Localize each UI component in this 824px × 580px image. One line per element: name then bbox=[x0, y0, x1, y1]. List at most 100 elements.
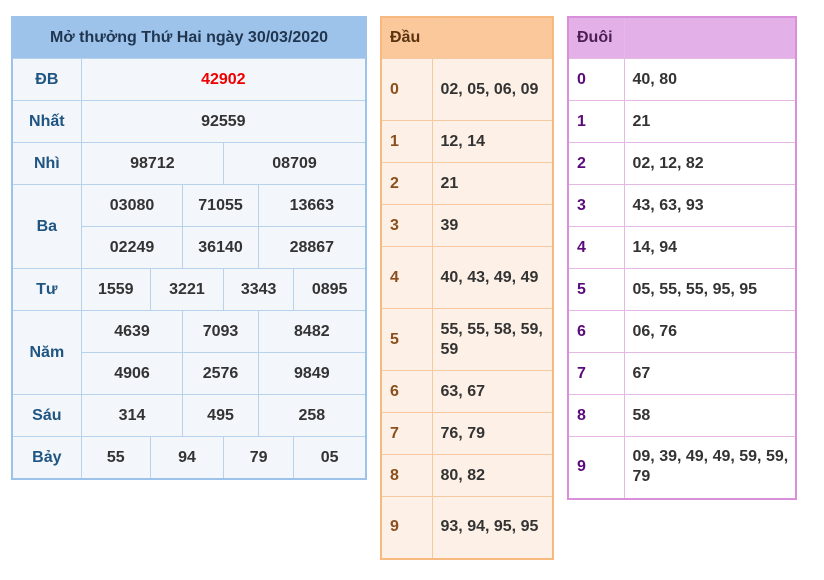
digit-values: 40, 80 bbox=[623, 58, 797, 101]
digit-key: 6 bbox=[567, 310, 625, 353]
digit-values: 40, 43, 49, 49 bbox=[431, 246, 554, 309]
row-ba: Ba 03080 71055 13663 bbox=[11, 184, 367, 269]
digit-values: 93, 94, 95, 95 bbox=[431, 496, 554, 559]
digit-key: 7 bbox=[567, 352, 625, 395]
row-nhi: Nhì 98712 08709 bbox=[11, 142, 367, 185]
list-item: 9 93, 94, 95, 95 bbox=[380, 496, 554, 559]
digit-key: 9 bbox=[380, 496, 433, 559]
head-digit-header: Đầu bbox=[380, 16, 433, 59]
row-label: Năm bbox=[11, 310, 82, 395]
digit-values: 43, 63, 93 bbox=[623, 184, 797, 227]
list-item: 0 02, 05, 06, 09 bbox=[380, 58, 554, 121]
prize-value: 28867 bbox=[257, 226, 367, 269]
list-item: 4 40, 43, 49, 49 bbox=[380, 246, 554, 309]
list-item: 0 40, 80 bbox=[567, 58, 797, 101]
digit-values: 80, 82 bbox=[431, 454, 554, 497]
tail-digit-header-blank bbox=[623, 16, 797, 59]
list-item: 2 02, 12, 82 bbox=[567, 142, 797, 185]
head-digit-header-blank bbox=[431, 16, 554, 59]
digit-values: 06, 76 bbox=[623, 310, 797, 353]
prize-value: 258 bbox=[257, 394, 367, 437]
row-label: Tư bbox=[11, 268, 82, 311]
digit-key: 1 bbox=[567, 100, 625, 143]
prize-value: 4906 bbox=[80, 352, 184, 395]
digit-values: 09, 39, 49, 49, 59, 59, 79 bbox=[623, 436, 797, 499]
prize-value: 0895 bbox=[293, 268, 367, 311]
list-item: 2 21 bbox=[380, 162, 554, 205]
list-item: 4 14, 94 bbox=[567, 226, 797, 269]
prize-value: 314 bbox=[80, 394, 184, 437]
digit-key: 2 bbox=[380, 162, 433, 205]
digit-key: 7 bbox=[380, 412, 433, 455]
prize-value: 02249 bbox=[80, 226, 184, 269]
prize-value: 3221 bbox=[149, 268, 225, 311]
digit-values: 76, 79 bbox=[431, 412, 554, 455]
digit-values: 02, 12, 82 bbox=[623, 142, 797, 185]
digit-values: 63, 67 bbox=[431, 370, 554, 413]
row-label: Sáu bbox=[11, 394, 82, 437]
prize-value: 4639 bbox=[80, 310, 184, 353]
list-item: 6 06, 76 bbox=[567, 310, 797, 353]
prize-value: 2576 bbox=[182, 352, 259, 395]
prize-value: 03080 bbox=[80, 184, 184, 227]
prize-value: 05 bbox=[293, 436, 367, 480]
digit-values: 55, 55, 58, 59, 59 bbox=[431, 308, 554, 371]
digit-key: 0 bbox=[567, 58, 625, 101]
digit-key: 4 bbox=[567, 226, 625, 269]
row-label: ĐB bbox=[11, 58, 82, 101]
digit-values: 21 bbox=[623, 100, 797, 143]
prize-value: 9849 bbox=[257, 352, 367, 395]
row-tu: Tư 1559 3221 3343 0895 bbox=[11, 268, 367, 311]
digit-key: 6 bbox=[380, 370, 433, 413]
digit-key: 5 bbox=[567, 268, 625, 311]
digit-key: 9 bbox=[567, 436, 625, 499]
digit-values: 05, 55, 55, 95, 95 bbox=[623, 268, 797, 311]
list-item: 5 55, 55, 58, 59, 59 bbox=[380, 308, 554, 371]
tail-digit-table: Đuôi 0 40, 80 1 21 2 02, 12, 82 3 43, 63… bbox=[567, 16, 797, 500]
results-title: Mở thưởng Thứ Hai ngày 30/03/2020 bbox=[11, 16, 367, 59]
digit-values: 21 bbox=[431, 162, 554, 205]
prize-value: 98712 bbox=[80, 142, 225, 185]
list-item: 7 67 bbox=[567, 352, 797, 395]
prize-value: 1559 bbox=[80, 268, 151, 311]
row-sau: Sáu 314 495 258 bbox=[11, 394, 367, 437]
prize-value: 13663 bbox=[257, 184, 367, 227]
prize-value: 92559 bbox=[80, 100, 367, 143]
prize-value: 7093 bbox=[182, 310, 259, 353]
row-bay: Bảy 55 94 79 05 bbox=[11, 436, 367, 480]
digit-values: 58 bbox=[623, 394, 797, 437]
digit-key: 0 bbox=[380, 58, 433, 121]
list-item: 6 63, 67 bbox=[380, 370, 554, 413]
prize-value: 55 bbox=[80, 436, 151, 480]
results-table: Mở thưởng Thứ Hai ngày 30/03/2020 ĐB 429… bbox=[11, 16, 367, 480]
row-db: ĐB 42902 bbox=[11, 58, 367, 101]
list-item: 7 76, 79 bbox=[380, 412, 554, 455]
list-item: 1 21 bbox=[567, 100, 797, 143]
digit-key: 1 bbox=[380, 120, 433, 163]
list-item: 8 58 bbox=[567, 394, 797, 437]
row-label: Bảy bbox=[11, 436, 82, 480]
digit-key: 2 bbox=[567, 142, 625, 185]
digit-values: 12, 14 bbox=[431, 120, 554, 163]
list-item: 1 12, 14 bbox=[380, 120, 554, 163]
digit-values: 67 bbox=[623, 352, 797, 395]
row-nam: Năm 4639 7093 8482 bbox=[11, 310, 367, 395]
list-item: 8 80, 82 bbox=[380, 454, 554, 497]
digit-values: 02, 05, 06, 09 bbox=[431, 58, 554, 121]
row-label: Nhất bbox=[11, 100, 82, 143]
digit-key: 3 bbox=[567, 184, 625, 227]
list-item: 3 39 bbox=[380, 204, 554, 247]
prize-value: 94 bbox=[149, 436, 225, 480]
digit-values: 14, 94 bbox=[623, 226, 797, 269]
digit-key: 5 bbox=[380, 308, 433, 371]
list-item: 9 09, 39, 49, 49, 59, 59, 79 bbox=[567, 436, 797, 499]
head-digit-table: Đầu 0 02, 05, 06, 09 1 12, 14 2 21 3 39 … bbox=[380, 16, 554, 560]
digit-key: 8 bbox=[567, 394, 625, 437]
digit-key: 8 bbox=[380, 454, 433, 497]
tail-digit-header: Đuôi bbox=[567, 16, 625, 59]
digit-key: 3 bbox=[380, 204, 433, 247]
list-item: 3 43, 63, 93 bbox=[567, 184, 797, 227]
prize-value: 36140 bbox=[182, 226, 259, 269]
row-label: Ba bbox=[11, 184, 82, 269]
prize-value: 495 bbox=[182, 394, 259, 437]
